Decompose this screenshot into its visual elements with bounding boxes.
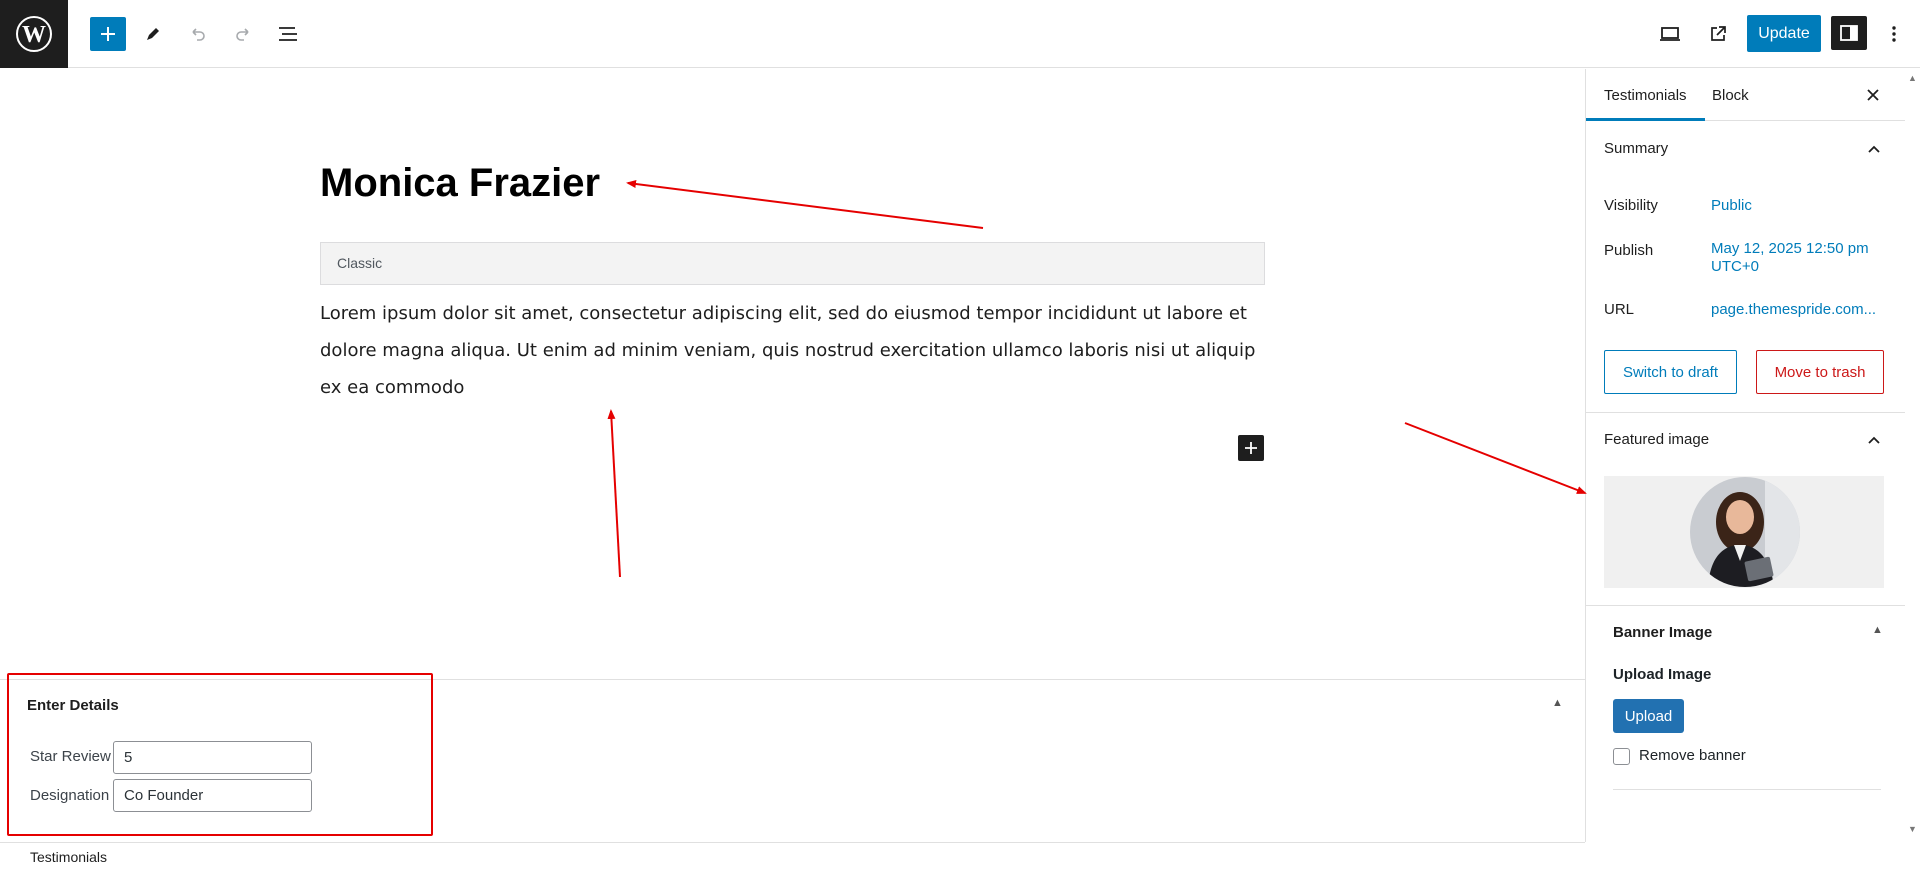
remove-banner-label[interactable]: Remove banner: [1639, 747, 1746, 764]
metabox-toggle-icon[interactable]: ▲: [1552, 697, 1563, 709]
divider: [1586, 412, 1906, 413]
undo-button[interactable]: [180, 17, 216, 51]
publish-label: Publish: [1604, 242, 1654, 259]
url-value[interactable]: page.themespride.com...: [1711, 301, 1876, 319]
featured-image-photo: [1690, 477, 1800, 587]
remove-banner-checkbox[interactable]: [1613, 748, 1630, 765]
plus-icon: [1245, 442, 1257, 454]
list-view-icon: [279, 27, 297, 41]
chevron-up-icon[interactable]: [1866, 141, 1882, 157]
upload-button[interactable]: Upload: [1613, 699, 1684, 733]
star-review-input[interactable]: [113, 741, 312, 774]
view-post-button[interactable]: [1700, 17, 1736, 51]
undo-icon: [192, 28, 205, 41]
svg-text:W: W: [22, 22, 46, 48]
sidebar-tabs: Testimonials Block: [1586, 69, 1906, 121]
editor-toolbar: W Update: [0, 0, 1920, 68]
tools-button[interactable]: [135, 17, 171, 51]
sidebar-scrollbar[interactable]: ▲ ▼: [1905, 69, 1920, 842]
upload-image-label: Upload Image: [1613, 666, 1712, 683]
device-preview-button[interactable]: [1652, 17, 1688, 51]
publish-date-value[interactable]: May 12, 2025 12:50 pm UTC+0: [1711, 240, 1881, 276]
visibility-label: Visibility: [1604, 197, 1658, 214]
designation-label: Designation: [30, 787, 110, 804]
options-button[interactable]: [1876, 17, 1912, 51]
tab-testimonials[interactable]: Testimonials: [1586, 69, 1705, 121]
redo-button[interactable]: [225, 17, 261, 51]
editor-canvas: Monica Frazier Classic Lorem ipsum dolor…: [0, 69, 1585, 679]
post-content[interactable]: Lorem ipsum dolor sit amet, consectetur …: [320, 295, 1265, 406]
divider: [1586, 605, 1906, 606]
summary-panel-title[interactable]: Summary: [1604, 140, 1668, 157]
editor-footer: Testimonials: [0, 842, 1585, 869]
divider: [1613, 789, 1881, 790]
featured-image-preview[interactable]: [1604, 476, 1884, 588]
scroll-down-icon[interactable]: ▼: [1908, 824, 1917, 834]
inline-inserter-button[interactable]: [1238, 435, 1264, 461]
post-title[interactable]: Monica Frazier: [320, 161, 600, 206]
chevron-up-icon[interactable]: [1866, 432, 1882, 448]
scroll-up-icon[interactable]: ▲: [1908, 73, 1917, 83]
redo-icon: [236, 28, 249, 41]
desktop-view-icon: [1660, 27, 1680, 41]
enter-details-metabox: Enter Details ▲ Star Review Designation: [0, 679, 1585, 842]
featured-image-panel-title[interactable]: Featured image: [1604, 431, 1709, 448]
tab-block[interactable]: Block: [1694, 69, 1767, 121]
banner-image-title: Banner Image: [1613, 624, 1713, 641]
update-button[interactable]: Update: [1747, 15, 1821, 52]
close-icon[interactable]: [1861, 83, 1885, 107]
document-overview-button[interactable]: [270, 17, 306, 51]
visibility-value[interactable]: Public: [1711, 197, 1752, 215]
metabox-title: Enter Details: [27, 697, 119, 714]
star-review-label: Star Review: [30, 748, 111, 765]
block-inserter-button[interactable]: [90, 17, 126, 51]
designation-input[interactable]: [113, 779, 312, 812]
classic-block-toolbar[interactable]: Classic: [320, 242, 1265, 285]
sidebar-toggle-icon: [1840, 25, 1858, 41]
switch-to-draft-button[interactable]: Switch to draft: [1604, 350, 1737, 394]
plus-icon: [101, 27, 115, 41]
move-to-trash-button[interactable]: Move to trash: [1756, 350, 1884, 394]
url-label: URL: [1604, 301, 1635, 318]
pencil-icon: [147, 28, 159, 40]
more-vertical-icon: [1892, 26, 1896, 42]
breadcrumb[interactable]: Testimonials: [30, 849, 107, 865]
settings-sidebar: Testimonials Block Summary Visibility Pu…: [1585, 69, 1906, 842]
wordpress-logo-icon[interactable]: W: [0, 0, 68, 68]
banner-toggle-icon[interactable]: ▲: [1872, 624, 1883, 636]
settings-toggle-button[interactable]: [1831, 16, 1867, 50]
external-preview-icon: [1711, 26, 1726, 41]
